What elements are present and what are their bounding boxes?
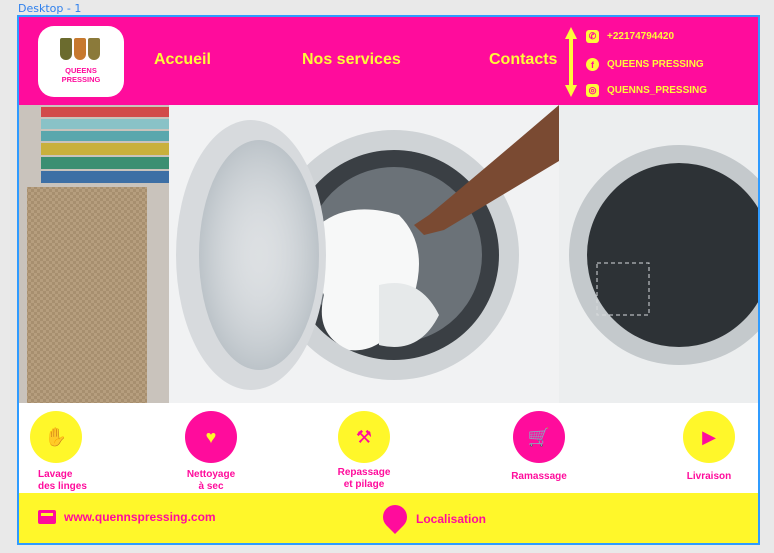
map-pin-icon <box>378 500 412 539</box>
hand-wash-icon: ✋ <box>30 411 82 463</box>
nav-contacts[interactable]: Contacts <box>489 51 557 69</box>
logo-brand: QUEENS PRESSING <box>61 66 101 84</box>
service-ramassage-label: Ramassage <box>511 471 567 482</box>
logo[interactable]: QUEENS PRESSING <box>38 26 124 97</box>
dress-icon <box>60 38 72 60</box>
service-nettoyage[interactable]: ♥ Nettoyage à sec <box>156 411 266 493</box>
location-label: Localisation <box>416 512 487 526</box>
canvas-label: Desktop - 1 <box>18 2 82 15</box>
iron-icon: ⚒ <box>338 411 390 463</box>
contact-facebook[interactable]: f QUEENS PRESSING <box>586 58 704 71</box>
cart-icon: 🛒 <box>513 411 565 463</box>
site-header: QUEENS PRESSING Accueil Nos services Con… <box>19 17 758 105</box>
contact-phone[interactable]: ✆ +22174794420 <box>586 30 674 43</box>
instagram-icon: ◎ <box>586 84 599 97</box>
website-link[interactable]: www.quennspressing.com <box>38 510 216 524</box>
service-livraison-label: Livraison <box>686 471 732 482</box>
desktop-frame: QUEENS PRESSING Accueil Nos services Con… <box>17 15 760 545</box>
web-icon <box>38 510 56 524</box>
nav-accueil[interactable]: Accueil <box>154 51 211 69</box>
service-nettoyage-label: Nettoyage à sec <box>186 469 236 492</box>
website-url: www.quennspressing.com <box>64 510 216 524</box>
service-lavage-label: Lavage des linges <box>38 469 87 492</box>
location-link[interactable]: Localisation <box>378 500 487 539</box>
phone-number: +22174794420 <box>607 31 675 42</box>
facebook-name: QUEENS PRESSING <box>607 59 704 70</box>
hand-heart-icon: ♥ <box>185 411 237 463</box>
washing-machine-illustration <box>19 105 758 403</box>
truck-icon: ▶ <box>683 411 735 463</box>
service-ramassage[interactable]: 🛒 Ramassage <box>484 411 594 483</box>
service-repassage[interactable]: ⚒ Repassage et pilage <box>309 411 419 491</box>
phone-icon: ✆ <box>586 30 599 43</box>
contact-instagram[interactable]: ◎ QUENNS_PRESSING <box>586 84 707 97</box>
site-footer: www.quennspressing.com Localisation <box>19 493 758 543</box>
service-repassage-label: Repassage et pilage <box>337 467 391 490</box>
facebook-icon: f <box>586 58 599 71</box>
double-arrow-icon <box>565 27 577 97</box>
dress-icon <box>88 38 100 60</box>
service-lavage[interactable]: ✋ Lavage des linges <box>19 411 111 493</box>
dress-icon <box>74 38 86 60</box>
nav-services[interactable]: Nos services <box>302 51 401 69</box>
service-livraison[interactable]: ▶ Livraison <box>654 411 758 483</box>
hero-image <box>19 105 758 403</box>
services-strip: ✋ Lavage des linges ♥ Nettoyage à sec ⚒ … <box>19 403 758 495</box>
instagram-name: QUENNS_PRESSING <box>607 85 708 96</box>
